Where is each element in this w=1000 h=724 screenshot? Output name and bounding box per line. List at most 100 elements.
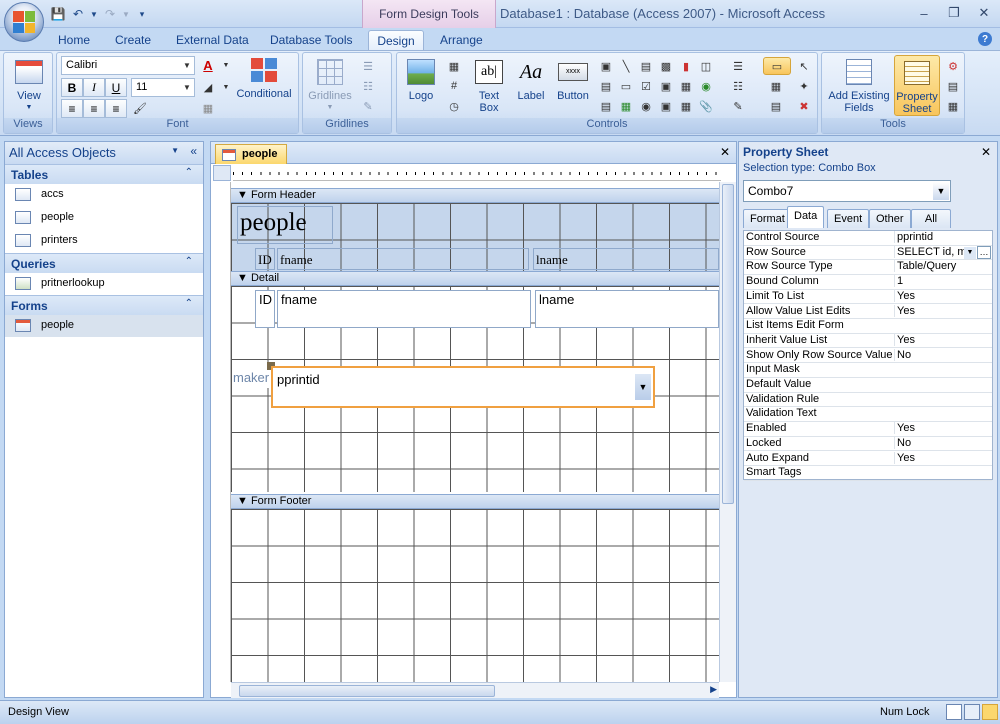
property-row[interactable]: Enabled Yes bbox=[744, 422, 992, 437]
nav-item-pritnerlookup[interactable]: pritnerlookup bbox=[5, 273, 203, 295]
chart-icon[interactable]: ▩ bbox=[657, 57, 675, 75]
logo-button[interactable]: Logo bbox=[401, 57, 441, 102]
property-row[interactable]: Default Value bbox=[744, 378, 992, 393]
line-type-icon[interactable]: ☷ bbox=[359, 77, 377, 95]
header-label-id[interactable]: ID bbox=[255, 248, 275, 270]
section-bar-form-header[interactable]: ▼ Form Header bbox=[231, 188, 719, 203]
collapse-pane-icon[interactable]: « bbox=[190, 144, 197, 158]
chevron-down-icon[interactable]: ▼ bbox=[171, 146, 179, 155]
line-thickness-icon[interactable]: ☰ bbox=[359, 57, 377, 75]
section-bar-form-footer[interactable]: ▼ Form Footer bbox=[231, 494, 719, 509]
layout-view-icon[interactable] bbox=[964, 704, 980, 720]
form-view-icon[interactable] bbox=[946, 704, 962, 720]
nav-section-queries[interactable]: Queries ⌃ bbox=[5, 253, 203, 273]
tab-external-data[interactable]: External Data bbox=[168, 30, 257, 50]
alt-fill-color-icon[interactable]: ▦ bbox=[199, 99, 217, 117]
set-control-defaults-icon[interactable]: ▤ bbox=[767, 97, 785, 115]
build-button[interactable]: … bbox=[977, 245, 991, 259]
conditional-button[interactable]: Conditional bbox=[231, 55, 297, 100]
object-selector[interactable]: Combo7 ▼ bbox=[743, 180, 951, 202]
property-value[interactable]: No bbox=[894, 348, 992, 361]
redo-icon[interactable]: ↷ bbox=[102, 6, 118, 22]
toggle-button-icon[interactable]: ▣ bbox=[657, 97, 675, 115]
vertical-scrollbar[interactable] bbox=[719, 182, 736, 682]
tab-design[interactable]: Design bbox=[368, 30, 424, 50]
rectangle-icon[interactable]: ▭ bbox=[617, 77, 635, 95]
property-value[interactable]: Yes bbox=[894, 289, 992, 302]
undo-icon[interactable]: ↶ bbox=[70, 6, 86, 22]
image-icon[interactable]: ▣ bbox=[657, 77, 675, 95]
form-title-label[interactable]: people bbox=[237, 206, 333, 244]
property-row[interactable]: Limit To List Yes bbox=[744, 289, 992, 305]
property-row[interactable]: Control Source pprintid bbox=[744, 231, 992, 246]
property-value[interactable]: pprintid bbox=[894, 231, 992, 243]
page-numbers-icon[interactable]: # bbox=[445, 77, 463, 95]
horizontal-scroll-thumb[interactable] bbox=[239, 685, 495, 697]
property-value[interactable]: No bbox=[894, 436, 992, 449]
gridlines-button[interactable]: Gridlines ▼ bbox=[305, 57, 355, 114]
save-icon[interactable]: 💾 bbox=[50, 6, 66, 22]
tab-order-icon[interactable]: ▤ bbox=[944, 77, 962, 95]
scroll-right-icon[interactable]: ▶ bbox=[710, 684, 717, 695]
chart-control-icon[interactable]: ▮ bbox=[677, 57, 695, 75]
option-group-icon[interactable]: ▦ bbox=[677, 97, 695, 115]
fill-color-icon[interactable]: ◢ bbox=[199, 78, 217, 96]
attachment-icon[interactable]: 📎 bbox=[697, 97, 715, 115]
tab-arrange[interactable]: Arrange bbox=[432, 30, 491, 50]
combo-box-icon[interactable]: ▤ bbox=[597, 97, 615, 115]
view-button[interactable]: View ▼ bbox=[10, 57, 48, 114]
property-value[interactable]: Table/Query bbox=[894, 260, 992, 273]
font-color-icon[interactable]: A bbox=[199, 56, 217, 74]
title-icon[interactable]: ▦ bbox=[445, 57, 463, 75]
date-time-icon[interactable]: ◷ bbox=[445, 97, 463, 115]
property-value[interactable]: 1 bbox=[894, 275, 992, 288]
property-row[interactable]: Allow Value List Edits Yes bbox=[744, 304, 992, 320]
property-value[interactable]: Yes bbox=[894, 451, 992, 464]
property-row[interactable]: List Items Edit Form bbox=[744, 319, 992, 334]
button-button[interactable]: xxxx Button bbox=[551, 57, 595, 102]
property-row[interactable]: Show Only Row Source Values No bbox=[744, 348, 992, 364]
form-selector[interactable] bbox=[213, 165, 231, 181]
align-center-button[interactable]: ≡ bbox=[83, 99, 105, 118]
tab-control-icon[interactable]: ▣ bbox=[597, 57, 615, 75]
horizontal-scrollbar[interactable]: ▶ bbox=[231, 682, 719, 698]
textbox-button[interactable]: ab| Text Box bbox=[471, 57, 507, 114]
bold-button[interactable]: B bbox=[61, 78, 83, 97]
ps-tab-all[interactable]: All bbox=[911, 209, 951, 228]
option-button-icon[interactable]: ◉ bbox=[637, 97, 655, 115]
nav-item-people-form[interactable]: people bbox=[5, 315, 203, 337]
combo-box-combo7[interactable]: pprintid ▼ bbox=[271, 366, 655, 408]
select-control-icon[interactable]: ▭ bbox=[763, 57, 791, 75]
chevron-down-icon[interactable]: ▼ bbox=[635, 374, 651, 400]
detail-field-lname[interactable]: lname bbox=[535, 290, 719, 328]
line-thickness-control-icon[interactable]: ☰ bbox=[729, 57, 747, 75]
property-value[interactable]: Yes bbox=[894, 422, 992, 435]
hyperlink-icon[interactable]: ◉ bbox=[697, 77, 715, 95]
nav-section-forms[interactable]: Forms ⌃ bbox=[5, 295, 203, 315]
chevron-down-icon[interactable]: ▼ bbox=[964, 246, 976, 259]
combo-label-maker[interactable]: maker bbox=[233, 370, 273, 388]
restore-icon[interactable]: ❐ bbox=[940, 3, 968, 23]
property-row[interactable]: Auto Expand Yes bbox=[744, 451, 992, 467]
section-bar-detail[interactable]: ▼ Detail bbox=[231, 271, 719, 286]
line-control-icon[interactable]: ╲ bbox=[617, 57, 635, 75]
align-left-button[interactable]: ≡ bbox=[61, 99, 83, 118]
subform-icon[interactable]: ◫ bbox=[697, 57, 715, 75]
list-box-icon[interactable]: ▤ bbox=[597, 77, 615, 95]
close-document-icon[interactable]: ✕ bbox=[720, 145, 730, 159]
font-size-combo[interactable]: 11 ▼ bbox=[131, 78, 195, 97]
page-break-icon[interactable]: ▤ bbox=[637, 57, 655, 75]
underline-button[interactable]: U bbox=[105, 78, 127, 97]
document-tab-people[interactable]: people bbox=[215, 144, 287, 164]
code-icon[interactable]: ⚙ bbox=[944, 57, 962, 75]
design-view-icon[interactable] bbox=[982, 704, 998, 720]
insert-icon[interactable]: ▦ bbox=[767, 77, 785, 95]
property-sheet-button[interactable]: Property Sheet bbox=[894, 55, 940, 116]
nav-item-printers[interactable]: printers bbox=[5, 230, 203, 252]
ps-tab-format[interactable]: Format bbox=[743, 209, 792, 228]
redo-dropdown-icon[interactable]: ▼ bbox=[122, 6, 130, 22]
property-value[interactable]: Yes bbox=[894, 304, 992, 317]
minimize-icon[interactable]: – bbox=[910, 3, 938, 23]
ps-tab-data[interactable]: Data bbox=[787, 206, 825, 228]
property-row[interactable]: Row Source Type Table/Query bbox=[744, 260, 992, 275]
